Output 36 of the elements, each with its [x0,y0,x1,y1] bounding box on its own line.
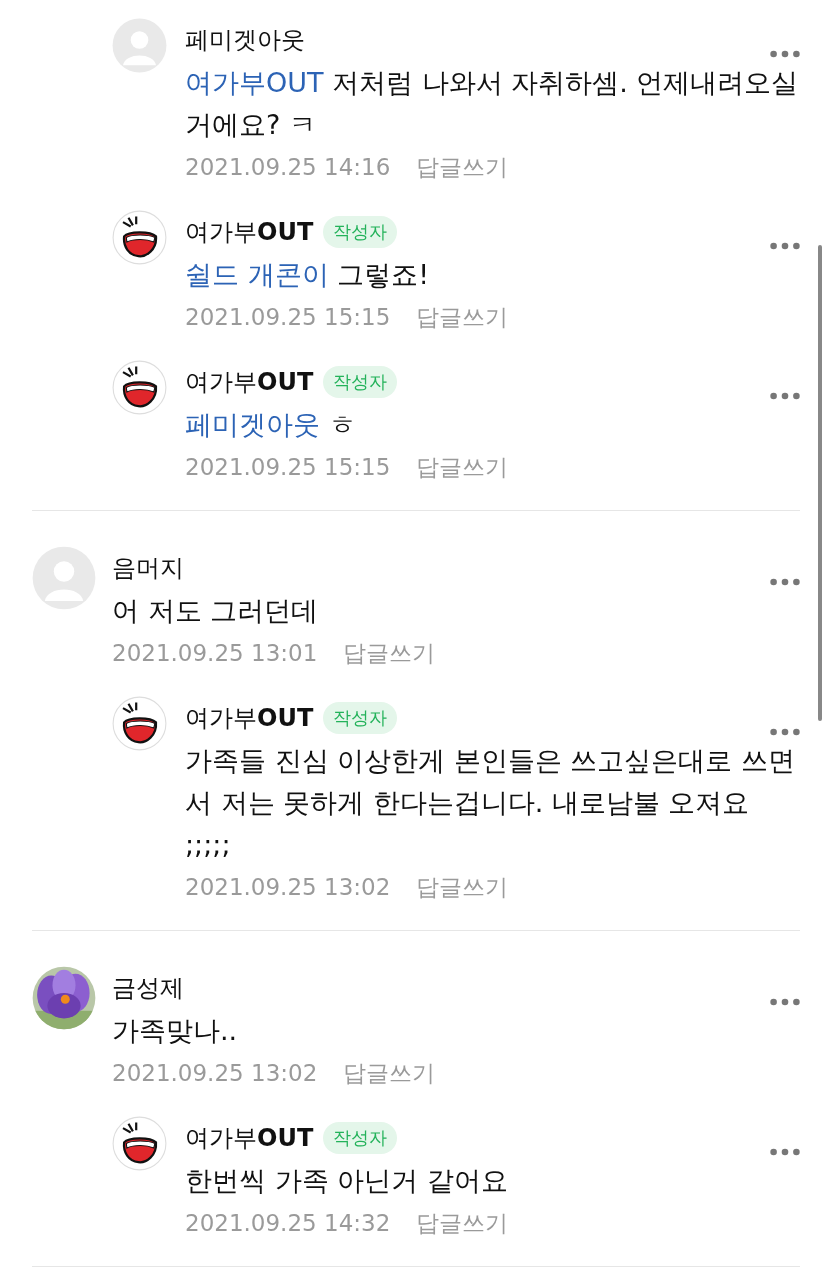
more-icon[interactable] [770,578,800,586]
more-icon[interactable] [770,50,800,58]
more-icon[interactable] [770,392,800,400]
comment-date: 2021.09.25 13:01 [112,640,318,666]
more-icon[interactable] [770,998,800,1006]
user-name[interactable]: 음머지 [112,552,184,584]
comment-text: 쉴드 개콘이 그렇죠! [185,258,430,292]
comment-date: 2021.09.25 15:15 [185,454,391,480]
user-name[interactable]: 여가부OUT [185,702,314,734]
user-name[interactable]: 여가부OUT [185,366,314,398]
author-badge: 작성자 [323,366,398,398]
mention-link[interactable]: 페미겟아웃 [185,409,320,440]
more-icon[interactable] [770,1148,800,1156]
mention-link[interactable]: 쉴드 개콘이 [185,259,329,290]
comment-text: 가족맞나.. [112,1014,239,1048]
more-icon[interactable] [770,728,800,736]
user-name[interactable]: 여가부OUT [185,1122,314,1154]
author-badge: 작성자 [323,702,398,734]
author-badge: 작성자 [323,1122,398,1154]
comment-date: 2021.09.25 14:16 [185,154,391,180]
comment-text: 가족들 진심 이상한게 본인들은 쓰고싶은대로 쓰면서 저는 못하게 한다는겁니다. 내로남불 오져요 ;;;;; [185,744,796,862]
comment-text: 페미겟아웃 ㅎ [185,408,357,442]
author-badge: 작성자 [323,216,398,248]
comment-date: 2021.09.25 15:15 [185,304,391,330]
user-name[interactable]: 페미겟아웃 [185,24,305,56]
user-name[interactable]: 여가부OUT [185,216,314,248]
more-icon[interactable] [770,242,800,250]
scrollbar[interactable] [818,245,822,721]
comment-text: 어 저도 그러던데 [112,594,320,628]
comment-date: 2021.09.25 13:02 [185,874,391,900]
comment-date: 2021.09.25 13:02 [112,1060,318,1086]
mention-link[interactable]: 여가부OUT [185,67,324,98]
comment-date: 2021.09.25 14:32 [185,1210,391,1236]
comment-text: 여가부OUT 저처럼 나와서 자취하셈. 언제내려오실거에요? ㅋ [185,66,800,142]
user-name[interactable]: 금성제 [112,972,184,1004]
comment-text: 한번씩 가족 아닌거 같어요 [185,1164,509,1198]
